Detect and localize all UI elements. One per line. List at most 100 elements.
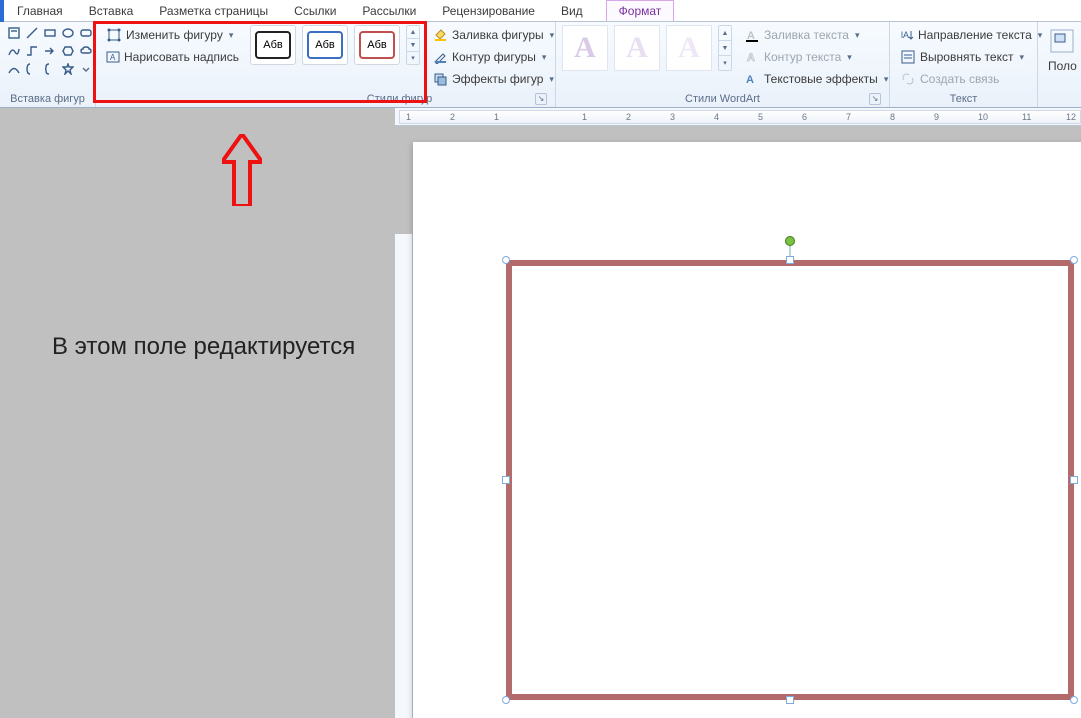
create-link-button[interactable]: Создать связь (896, 69, 1031, 89)
resize-handle-mr[interactable] (1070, 476, 1078, 484)
text-effects-button[interactable]: A Текстовые эффекты ▾ (740, 69, 892, 89)
scroll-up-icon[interactable]: ▲ (407, 26, 419, 39)
shape-rect-icon[interactable] (42, 25, 58, 41)
edit-shape-button[interactable]: Изменить фигуру ▾ (102, 25, 238, 45)
resize-handle-br[interactable] (1070, 696, 1078, 704)
dropdown-icon: ▾ (1019, 52, 1024, 63)
shape-curve-icon[interactable] (6, 61, 22, 77)
resize-handle-tl[interactable] (502, 256, 510, 264)
resize-handle-tm[interactable] (786, 256, 794, 264)
tab-references[interactable]: Ссылки (281, 0, 349, 21)
text-outline-icon: A (744, 49, 760, 65)
selected-shape[interactable] (506, 260, 1074, 700)
style-swatch-1[interactable]: Абв (250, 25, 296, 65)
wordart-swatch-2[interactable]: A (614, 25, 660, 71)
resize-handle-bm[interactable] (786, 696, 794, 704)
group-label-wordart: Стили WordArt ↘ (562, 92, 883, 107)
tab-view[interactable]: Вид (548, 0, 596, 21)
horizontal-ruler[interactable]: 1211234567891011121314 (395, 108, 1081, 126)
paint-bucket-icon (432, 27, 448, 43)
ruler-tick: 6 (802, 112, 807, 122)
shape-effects-label: Эффекты фигур (452, 72, 543, 86)
style-swatch-3[interactable]: Абв (354, 25, 400, 65)
effects-icon (432, 71, 448, 87)
wordart-swatch-1[interactable]: A (562, 25, 608, 71)
text-direction-button[interactable]: lA Направление текста ▾ (896, 25, 1031, 45)
text-fill-button[interactable]: A Заливка текста ▾ (740, 25, 892, 45)
shape-fill-label: Заливка фигуры (452, 28, 544, 42)
tab-layout[interactable]: Разметка страницы (146, 0, 281, 21)
shapes-gallery[interactable] (6, 25, 94, 77)
scroll-up-icon[interactable]: ▲ (719, 26, 731, 41)
draw-textbox-label: Нарисовать надпись (124, 50, 239, 64)
ruler-tick: 2 (626, 112, 631, 122)
shape-hexagon-icon[interactable] (60, 43, 76, 59)
svg-text:lA: lA (901, 30, 909, 40)
tab-mailings[interactable]: Рассылки (349, 0, 429, 21)
ruler-track: 1211234567891011121314 (399, 110, 1081, 124)
shape-freeform-icon[interactable] (6, 43, 22, 59)
draw-textbox-button[interactable]: A Нарисовать надпись (102, 47, 238, 67)
gallery-more-icon[interactable]: ▾ (407, 52, 419, 64)
tab-format[interactable]: Формат (606, 0, 675, 21)
shape-line-icon[interactable] (24, 25, 40, 41)
svg-text:A: A (110, 53, 116, 62)
shape-connector-icon[interactable] (24, 43, 40, 59)
text-effects-icon: A (744, 71, 760, 87)
edit-shape-icon (106, 27, 122, 43)
align-text-button[interactable]: Выровнять текст ▾ (896, 47, 1031, 67)
dropdown-icon: ▾ (855, 30, 860, 41)
resize-handle-tr[interactable] (1070, 256, 1078, 264)
shape-ellipse-icon[interactable] (60, 25, 76, 41)
ruler-tick: 9 (934, 112, 939, 122)
shape-rectangle[interactable] (506, 260, 1074, 700)
group-label-shape-styles: Стили фигур ↘ (250, 92, 549, 107)
text-effects-label: Текстовые эффекты (764, 72, 878, 86)
shape-textbox-icon[interactable] (6, 25, 22, 41)
shape-cloud-icon[interactable] (78, 43, 94, 59)
tab-home[interactable]: Главная (4, 0, 76, 21)
shape-effects-button[interactable]: Эффекты фигур ▾ (428, 69, 558, 89)
shape-arrow-icon[interactable] (42, 43, 58, 59)
tab-review[interactable]: Рецензирование (429, 0, 548, 21)
position-label: Поло (1048, 59, 1077, 73)
style-swatch-2[interactable]: Абв (302, 25, 348, 65)
shape-brace-icon[interactable] (42, 61, 58, 77)
shape-style-gallery[interactable]: Абв Абв Абв ▲ ▼ ▾ (250, 25, 420, 65)
shape-roundrect-icon[interactable] (78, 25, 94, 41)
wordart-swatch-3[interactable]: A (666, 25, 712, 71)
ruler-tick: 4 (714, 112, 719, 122)
ruler-tick: 7 (846, 112, 851, 122)
align-text-label: Выровнять текст (920, 50, 1013, 64)
annotation-caption: В этом поле редактируется (52, 333, 355, 361)
group-text: lA Направление текста ▾ Выровнять текст … (890, 22, 1038, 107)
wordart-gallery[interactable]: A A A ▲ ▼ ▾ (562, 25, 732, 71)
gallery-scroll[interactable]: ▲ ▼ ▾ (406, 25, 420, 65)
shape-outline-button[interactable]: Контур фигуры ▾ (428, 47, 558, 67)
tab-insert[interactable]: Вставка (76, 0, 147, 21)
wordart-gallery-scroll[interactable]: ▲ ▼ ▾ (718, 25, 732, 71)
dialog-launcher-icon[interactable]: ↘ (869, 93, 881, 105)
scroll-down-icon[interactable]: ▼ (407, 39, 419, 52)
group-label-insert-shapes: Вставка фигур (6, 92, 89, 107)
resize-handle-ml[interactable] (502, 476, 510, 484)
shape-fill-button[interactable]: Заливка фигуры ▾ (428, 25, 558, 45)
shape-bracket-icon[interactable] (24, 61, 40, 77)
rotation-handle[interactable] (785, 236, 795, 246)
text-outline-button[interactable]: A Контур текста ▾ (740, 47, 892, 67)
spacer (1044, 92, 1081, 107)
link-icon (900, 71, 916, 87)
shape-star-icon[interactable] (60, 61, 76, 77)
shapes-more-icon[interactable] (78, 61, 94, 77)
text-outline-label: Контур текста (764, 50, 841, 64)
svg-text:A: A (746, 74, 754, 86)
gallery-more-icon[interactable]: ▾ (719, 56, 731, 70)
resize-handle-bl[interactable] (502, 696, 510, 704)
scroll-down-icon[interactable]: ▼ (719, 41, 731, 56)
align-text-icon (900, 49, 916, 65)
vertical-ruler[interactable] (395, 234, 413, 718)
position-button[interactable]: Поло (1044, 25, 1081, 75)
group-label-text: Стили WordArt (685, 93, 760, 105)
ruler-tick: 1 (406, 112, 411, 122)
dialog-launcher-icon[interactable]: ↘ (535, 93, 547, 105)
